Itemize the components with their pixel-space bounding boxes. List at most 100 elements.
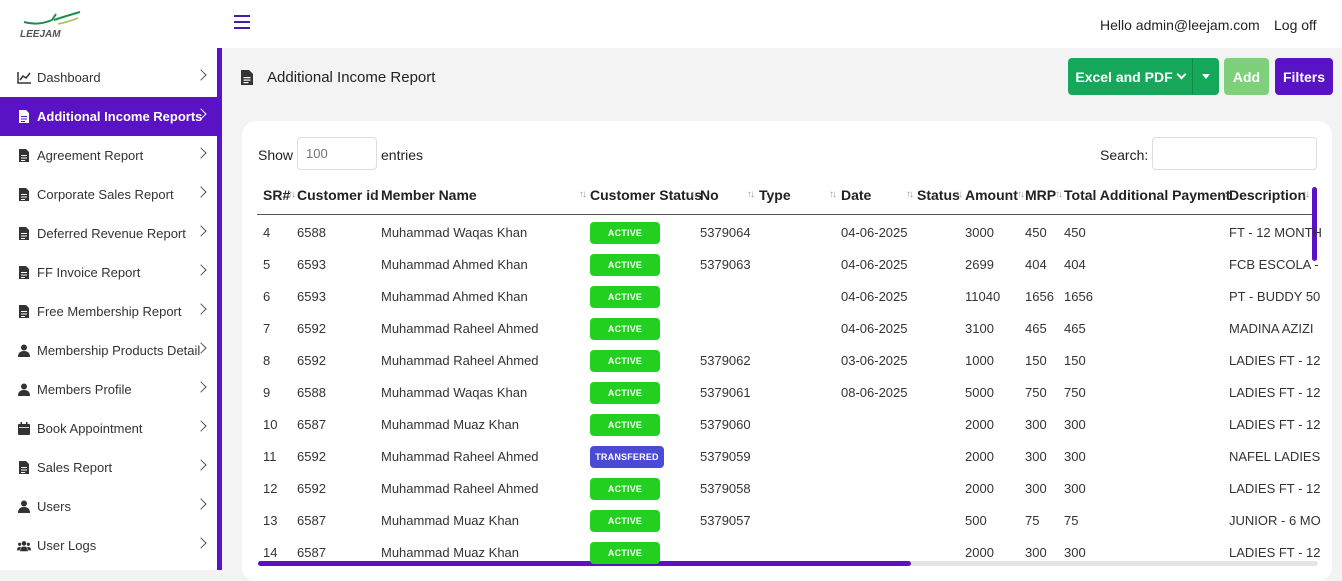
sidebar-item-agreement-report[interactable]: Agreement Report	[0, 136, 217, 175]
menu-toggle-icon[interactable]	[234, 15, 250, 31]
status-badge: ACTIVE	[590, 222, 660, 244]
table-cell-sr: 8	[263, 353, 271, 368]
sidebar-item-book-appointment[interactable]: Book Appointment	[0, 409, 217, 448]
sort-icon[interactable]: ↑↓	[906, 189, 914, 200]
leejam-logo[interactable]: LEEJAM	[18, 8, 86, 40]
export-dropdown-toggle[interactable]	[1192, 58, 1219, 95]
table-cell-total: 150	[1064, 353, 1086, 368]
sidebar-item-dashboard[interactable]: Dashboard	[0, 58, 217, 97]
table-cell-no: 5379061	[700, 385, 751, 400]
table-cell-no: 5379064	[700, 225, 751, 240]
sidebar-item-label: User Logs	[37, 538, 97, 553]
column-header[interactable]: Description	[1229, 187, 1306, 203]
table-cell-cid: 6587	[297, 513, 326, 528]
sort-icon[interactable]: ↑↓	[1220, 189, 1228, 200]
sidebar-item-deferred-revenue-report[interactable]: Deferred Revenue Report	[0, 214, 217, 253]
status-badge: ACTIVE	[590, 510, 660, 532]
column-header[interactable]: SR#	[263, 187, 290, 203]
table-cell-desc: LADIES FT - 12	[1229, 353, 1321, 368]
column-header[interactable]: Total Additional Payment	[1064, 187, 1230, 203]
column-header[interactable]: MRP	[1025, 187, 1056, 203]
table-cell-name: Muhammad Ahmed Khan	[381, 289, 528, 304]
sort-icon[interactable]: ↑↓	[579, 189, 587, 200]
table-cell-name: Muhammad Raheel Ahmed	[381, 353, 539, 368]
table-cell-total: 300	[1064, 545, 1086, 560]
table-cell-name: Muhammad Raheel Ahmed	[381, 321, 539, 336]
filters-button[interactable]: Filters	[1275, 58, 1333, 95]
logoff-link[interactable]: Log off	[1274, 17, 1317, 33]
sidebar-item-members-profile[interactable]: Members Profile	[0, 370, 217, 409]
chevron-right-icon	[195, 303, 207, 315]
sort-icon[interactable]: ↑↓	[955, 189, 963, 200]
status-badge: TRANSFERED	[590, 446, 664, 468]
sort-icon[interactable]: ↑↓	[1055, 189, 1063, 200]
sidebar-item-free-membership-report[interactable]: Free Membership Report	[0, 292, 217, 331]
table-cell-mrp: 300	[1025, 449, 1047, 464]
sidebar-item-users[interactable]: Users	[0, 487, 217, 526]
table-cell-cid: 6593	[297, 289, 326, 304]
table-cell-sr: 7	[263, 321, 271, 336]
column-header[interactable]: Customer id	[297, 187, 379, 203]
table-cell-sr: 13	[263, 513, 278, 528]
sort-icon[interactable]: ↑↓	[370, 189, 378, 200]
table-cell-date: 08-06-2025	[841, 385, 908, 400]
column-header[interactable]: Member Name	[381, 187, 477, 203]
add-button[interactable]: Add	[1224, 58, 1269, 95]
sidebar-item-sales-report[interactable]: Sales Report	[0, 448, 217, 487]
table-cell-mrp: 465	[1025, 321, 1047, 336]
column-header[interactable]: Date	[841, 187, 871, 203]
table-cell-desc: FT - 12 MONTH	[1229, 225, 1322, 240]
table-cell-name: Muhammad Raheel Ahmed	[381, 449, 539, 464]
sort-icon[interactable]: ↑↓	[690, 189, 698, 200]
status-badge: ACTIVE	[590, 350, 660, 372]
table-cell-total: 300	[1064, 449, 1086, 464]
user-icon	[17, 344, 31, 358]
sort-icon[interactable]: ↑↓	[1302, 189, 1310, 200]
page-length-input[interactable]	[297, 137, 377, 170]
table-cell-total: 1656	[1064, 289, 1093, 304]
table-cell-total: 750	[1064, 385, 1086, 400]
sidebar-item-user-logs[interactable]: User Logs	[0, 526, 217, 565]
sidebar-item-label: Agreement Report	[37, 148, 144, 163]
sidebar-item-corporate-sales-report[interactable]: Corporate Sales Report	[0, 175, 217, 214]
chevron-down-icon	[1176, 69, 1187, 80]
status-badge: ACTIVE	[590, 414, 660, 436]
sidebar-item-additional-income-reports[interactable]: Additional Income Reports	[0, 97, 217, 136]
table-cell-total: 300	[1064, 417, 1086, 432]
sort-icon[interactable]: ↑↓	[1017, 189, 1025, 200]
file-icon	[17, 227, 31, 241]
table-cell-desc: LADIES FT - 12	[1229, 417, 1321, 432]
table-cell-date: 04-06-2025	[841, 321, 908, 336]
table-cell-name: Muhammad Muaz Khan	[381, 417, 520, 432]
column-header[interactable]: Customer Status	[590, 187, 702, 203]
table-cell-cid: 6593	[297, 257, 326, 272]
column-header[interactable]: Status	[917, 187, 960, 203]
sidebar-item-membership-products-detail[interactable]: Membership Products Detail	[0, 331, 217, 370]
table-cell-name: Muhammad Ahmed Khan	[381, 257, 528, 272]
vertical-scrollbar[interactable]	[1312, 187, 1317, 261]
table-cell-no: 5379057	[700, 513, 751, 528]
sidebar-item-label: Dashboard	[37, 70, 101, 85]
table-cell-sr: 10	[263, 417, 278, 432]
sidebar-item-ff-invoice-report[interactable]: FF Invoice Report	[0, 253, 217, 292]
status-badge: ACTIVE	[590, 382, 660, 404]
sort-icon[interactable]: ↑↓	[747, 189, 755, 200]
column-header[interactable]: Type	[759, 187, 791, 203]
search-input[interactable]	[1152, 137, 1317, 170]
sidebar-border	[217, 48, 222, 570]
table-cell-name: Muhammad Muaz Khan	[381, 513, 520, 528]
horizontal-scrollbar-thumb[interactable]	[258, 561, 911, 566]
table-cell-sr: 14	[263, 545, 278, 560]
table-cell-total: 300	[1064, 481, 1086, 496]
table-cell-total: 450	[1064, 225, 1086, 240]
export-excel-pdf-button[interactable]: Excel and PDF	[1068, 58, 1192, 95]
sort-icon[interactable]: ↑↓	[288, 189, 296, 200]
sidebar-item-label: Users	[37, 499, 71, 514]
sort-icon[interactable]: ↑↓	[829, 189, 837, 200]
calendar-icon	[17, 422, 31, 436]
sidebar-item-label: Free Membership Report	[37, 304, 182, 319]
column-header[interactable]: Amount	[965, 187, 1018, 203]
table-cell-name: Muhammad Waqas Khan	[381, 385, 528, 400]
column-header[interactable]: No	[700, 187, 719, 203]
file-icon	[241, 70, 253, 90]
